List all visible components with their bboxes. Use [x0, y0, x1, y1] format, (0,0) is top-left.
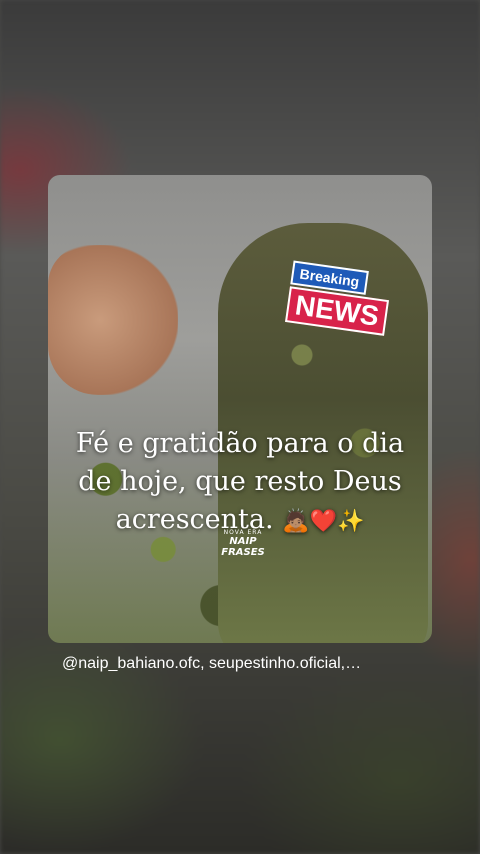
caption-line-1: Fé e gratidão para o dia — [75, 428, 405, 459]
story-media-card[interactable]: Breaking NEWS Fé e gratidão para o dia d… — [48, 175, 432, 643]
sparkles-icon: ✨ — [336, 509, 365, 534]
breaking-news-sticker: Breaking NEWS — [283, 260, 390, 348]
watermark-top: NOVA ERA — [223, 529, 263, 536]
sticker-bottom-label: NEWS — [284, 286, 390, 336]
mentions-link[interactable]: @naip_bahiano.ofc, seupestinho.oficial,… — [62, 655, 361, 673]
bowing-person-icon: 🙇🏽 — [282, 509, 310, 534]
watermark-logo: NOVA ERA NAIP FRASES — [208, 529, 278, 558]
watermark-bottom: NAIP FRASES — [221, 536, 265, 558]
caption-line-2: de hoje, que resto Deus — [78, 466, 402, 497]
story-caption: Fé e gratidão para o dia de hoje, que re… — [48, 425, 432, 541]
hand-gesture-image — [48, 245, 178, 395]
heart-icon: ❤️ — [309, 509, 337, 534]
